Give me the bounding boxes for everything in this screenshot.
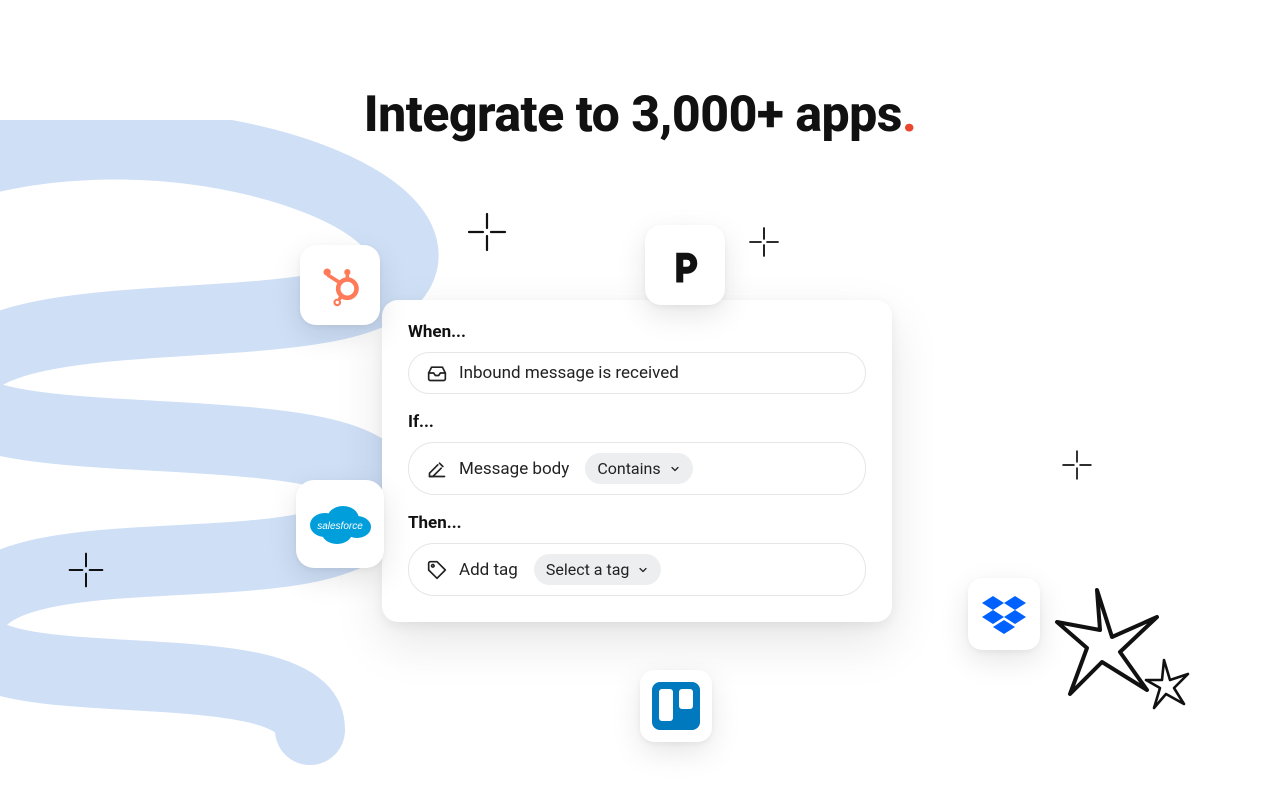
chevron-down-icon [637,564,649,576]
pen-icon [427,459,447,479]
if-field-text: Message body [459,459,569,479]
ink-cross-icon [465,210,509,254]
if-operator-text: Contains [597,459,660,478]
page-title-text: Integrate to 3,000+ apps [364,86,902,144]
ink-cross-icon [747,225,781,259]
if-operator-select[interactable]: Contains [585,453,692,484]
ink-cross-icon [66,550,106,590]
page-title: Integrate to 3,000+ apps. [364,86,917,144]
then-tag-select[interactable]: Select a tag [534,554,662,585]
when-trigger-row[interactable]: Inbound message is received [408,352,866,394]
ink-star-icon [1052,582,1192,712]
app-trello-icon [640,670,712,742]
rule-builder-card: When... Inbound message is received If..… [382,300,892,622]
then-action-row[interactable]: Add tag Select a tag [408,543,866,596]
inbox-icon [427,363,447,383]
when-label: When... [408,322,866,342]
app-pipedrive-icon [645,225,725,305]
if-condition-row[interactable]: Message body Contains [408,442,866,495]
ink-cross-icon [1060,448,1094,482]
app-hubspot-icon [300,245,380,325]
svg-text:salesforce: salesforce [317,521,363,532]
then-tag-select-text: Select a tag [546,560,630,579]
tag-icon [427,560,447,580]
app-salesforce-icon: salesforce [296,480,384,568]
then-label: Then... [408,513,866,533]
then-action-text: Add tag [459,560,518,580]
if-label: If... [408,412,866,432]
page-title-dot: . [902,86,916,144]
when-trigger-text: Inbound message is received [459,363,679,383]
chevron-down-icon [669,463,681,475]
app-dropbox-icon [968,578,1040,650]
